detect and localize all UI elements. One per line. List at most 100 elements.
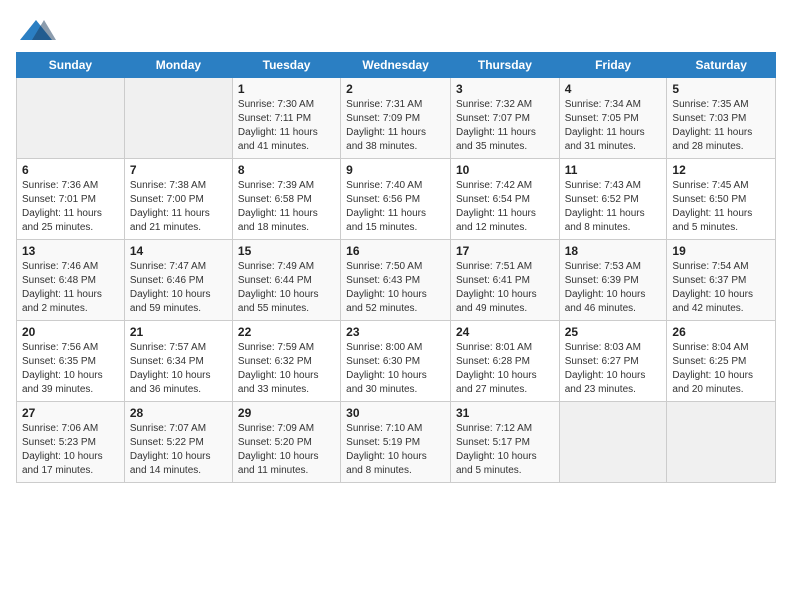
day-number: 31 <box>456 406 554 420</box>
calendar-cell: 17 Sunrise: 7:51 AM Sunset: 6:41 PM Dayli… <box>450 240 559 321</box>
weekday-header-friday: Friday <box>559 53 667 78</box>
calendar-cell: 25 Sunrise: 8:03 AM Sunset: 6:27 PM Dayli… <box>559 321 667 402</box>
calendar-cell: 8 Sunrise: 7:39 AM Sunset: 6:58 PM Daylig… <box>232 159 340 240</box>
day-number: 5 <box>672 82 770 96</box>
day-number: 22 <box>238 325 335 339</box>
day-info: Sunrise: 7:54 AM Sunset: 6:37 PM Dayligh… <box>672 260 770 316</box>
day-info: Sunrise: 7:10 AM Sunset: 5:19 PM Dayligh… <box>346 422 445 478</box>
day-number: 24 <box>456 325 554 339</box>
day-info: Sunrise: 7:31 AM Sunset: 7:09 PM Dayligh… <box>346 98 445 154</box>
day-number: 12 <box>672 163 770 177</box>
page-header <box>16 16 776 44</box>
day-info: Sunrise: 7:30 AM Sunset: 7:11 PM Dayligh… <box>238 98 335 154</box>
day-number: 8 <box>238 163 335 177</box>
day-info: Sunrise: 7:43 AM Sunset: 6:52 PM Dayligh… <box>565 179 662 235</box>
day-info: Sunrise: 7:40 AM Sunset: 6:56 PM Dayligh… <box>346 179 445 235</box>
calendar-cell: 7 Sunrise: 7:38 AM Sunset: 7:00 PM Daylig… <box>124 159 232 240</box>
day-number: 2 <box>346 82 445 96</box>
calendar-cell <box>17 78 125 159</box>
calendar-cell: 9 Sunrise: 7:40 AM Sunset: 6:56 PM Daylig… <box>341 159 451 240</box>
day-number: 6 <box>22 163 119 177</box>
calendar-cell: 19 Sunrise: 7:54 AM Sunset: 6:37 PM Dayli… <box>667 240 776 321</box>
day-info: Sunrise: 7:42 AM Sunset: 6:54 PM Dayligh… <box>456 179 554 235</box>
weekday-header-tuesday: Tuesday <box>232 53 340 78</box>
calendar-cell: 4Sunrise: 7:34 AM Sunset: 7:05 PM Daylig… <box>559 78 667 159</box>
logo-icon <box>16 16 56 44</box>
day-number: 27 <box>22 406 119 420</box>
calendar-cell: 11 Sunrise: 7:43 AM Sunset: 6:52 PM Dayli… <box>559 159 667 240</box>
day-info: Sunrise: 7:36 AM Sunset: 7:01 PM Dayligh… <box>22 179 119 235</box>
calendar-cell: 14 Sunrise: 7:47 AM Sunset: 6:46 PM Dayli… <box>124 240 232 321</box>
day-info: Sunrise: 7:07 AM Sunset: 5:22 PM Dayligh… <box>130 422 227 478</box>
calendar-cell: 27 Sunrise: 7:06 AM Sunset: 5:23 PM Dayli… <box>17 402 125 483</box>
calendar-cell: 31 Sunrise: 7:12 AM Sunset: 5:17 PM Dayli… <box>450 402 559 483</box>
calendar-cell: 18 Sunrise: 7:53 AM Sunset: 6:39 PM Dayli… <box>559 240 667 321</box>
day-info: Sunrise: 7:50 AM Sunset: 6:43 PM Dayligh… <box>346 260 445 316</box>
day-info: Sunrise: 7:51 AM Sunset: 6:41 PM Dayligh… <box>456 260 554 316</box>
calendar-cell: 1 Sunrise: 7:30 AM Sunset: 7:11 PM Daylig… <box>232 78 340 159</box>
day-info: Sunrise: 7:34 AM Sunset: 7:05 PM Dayligh… <box>565 98 662 154</box>
day-info: Sunrise: 8:03 AM Sunset: 6:27 PM Dayligh… <box>565 341 662 397</box>
weekday-header-monday: Monday <box>124 53 232 78</box>
calendar-cell: 21 Sunrise: 7:57 AM Sunset: 6:34 PM Dayli… <box>124 321 232 402</box>
day-number: 28 <box>130 406 227 420</box>
day-info: Sunrise: 7:56 AM Sunset: 6:35 PM Dayligh… <box>22 341 119 397</box>
calendar-cell: 5 Sunrise: 7:35 AM Sunset: 7:03 PM Daylig… <box>667 78 776 159</box>
day-info: Sunrise: 7:39 AM Sunset: 6:58 PM Dayligh… <box>238 179 335 235</box>
day-number: 20 <box>22 325 119 339</box>
day-number: 10 <box>456 163 554 177</box>
logo <box>16 16 60 44</box>
calendar-cell: 10 Sunrise: 7:42 AM Sunset: 6:54 PM Dayli… <box>450 159 559 240</box>
day-number: 18 <box>565 244 662 258</box>
day-number: 7 <box>130 163 227 177</box>
day-number: 25 <box>565 325 662 339</box>
day-number: 17 <box>456 244 554 258</box>
day-number: 16 <box>346 244 445 258</box>
day-info: Sunrise: 7:35 AM Sunset: 7:03 PM Dayligh… <box>672 98 770 154</box>
weekday-header-thursday: Thursday <box>450 53 559 78</box>
calendar-cell: 28 Sunrise: 7:07 AM Sunset: 5:22 PM Dayli… <box>124 402 232 483</box>
day-number: 21 <box>130 325 227 339</box>
weekday-header-wednesday: Wednesday <box>341 53 451 78</box>
day-number: 14 <box>130 244 227 258</box>
day-info: Sunrise: 8:04 AM Sunset: 6:25 PM Dayligh… <box>672 341 770 397</box>
calendar-cell: 12 Sunrise: 7:45 AM Sunset: 6:50 PM Dayli… <box>667 159 776 240</box>
day-number: 13 <box>22 244 119 258</box>
day-info: Sunrise: 7:53 AM Sunset: 6:39 PM Dayligh… <box>565 260 662 316</box>
calendar-table: SundayMondayTuesdayWednesdayThursdayFrid… <box>16 52 776 483</box>
day-number: 26 <box>672 325 770 339</box>
day-number: 11 <box>565 163 662 177</box>
day-info: Sunrise: 7:57 AM Sunset: 6:34 PM Dayligh… <box>130 341 227 397</box>
calendar-cell: 3 Sunrise: 7:32 AM Sunset: 7:07 PM Daylig… <box>450 78 559 159</box>
day-info: Sunrise: 7:38 AM Sunset: 7:00 PM Dayligh… <box>130 179 227 235</box>
calendar-cell: 24 Sunrise: 8:01 AM Sunset: 6:28 PM Dayli… <box>450 321 559 402</box>
calendar-cell: 2 Sunrise: 7:31 AM Sunset: 7:09 PM Daylig… <box>341 78 451 159</box>
calendar-cell <box>667 402 776 483</box>
day-info: Sunrise: 7:45 AM Sunset: 6:50 PM Dayligh… <box>672 179 770 235</box>
calendar-cell <box>559 402 667 483</box>
day-number: 1 <box>238 82 335 96</box>
day-info: Sunrise: 7:06 AM Sunset: 5:23 PM Dayligh… <box>22 422 119 478</box>
calendar-cell: 29 Sunrise: 7:09 AM Sunset: 5:20 PM Dayli… <box>232 402 340 483</box>
day-number: 9 <box>346 163 445 177</box>
calendar-cell <box>124 78 232 159</box>
day-info: Sunrise: 7:12 AM Sunset: 5:17 PM Dayligh… <box>456 422 554 478</box>
day-info: Sunrise: 8:01 AM Sunset: 6:28 PM Dayligh… <box>456 341 554 397</box>
calendar-cell: 6 Sunrise: 7:36 AM Sunset: 7:01 PM Daylig… <box>17 159 125 240</box>
weekday-header-sunday: Sunday <box>17 53 125 78</box>
day-info: Sunrise: 7:47 AM Sunset: 6:46 PM Dayligh… <box>130 260 227 316</box>
calendar-cell: 22 Sunrise: 7:59 AM Sunset: 6:32 PM Dayli… <box>232 321 340 402</box>
calendar-cell: 16 Sunrise: 7:50 AM Sunset: 6:43 PM Dayli… <box>341 240 451 321</box>
calendar-cell: 13Sunrise: 7:46 AM Sunset: 6:48 PM Dayli… <box>17 240 125 321</box>
day-number: 19 <box>672 244 770 258</box>
weekday-header-saturday: Saturday <box>667 53 776 78</box>
day-info: Sunrise: 8:00 AM Sunset: 6:30 PM Dayligh… <box>346 341 445 397</box>
day-number: 29 <box>238 406 335 420</box>
calendar-cell: 26 Sunrise: 8:04 AM Sunset: 6:25 PM Dayli… <box>667 321 776 402</box>
day-number: 3 <box>456 82 554 96</box>
day-info: Sunrise: 7:09 AM Sunset: 5:20 PM Dayligh… <box>238 422 335 478</box>
calendar-cell: 30Sunrise: 7:10 AM Sunset: 5:19 PM Dayli… <box>341 402 451 483</box>
day-info: Sunrise: 7:32 AM Sunset: 7:07 PM Dayligh… <box>456 98 554 154</box>
day-number: 23 <box>346 325 445 339</box>
day-info: Sunrise: 7:59 AM Sunset: 6:32 PM Dayligh… <box>238 341 335 397</box>
